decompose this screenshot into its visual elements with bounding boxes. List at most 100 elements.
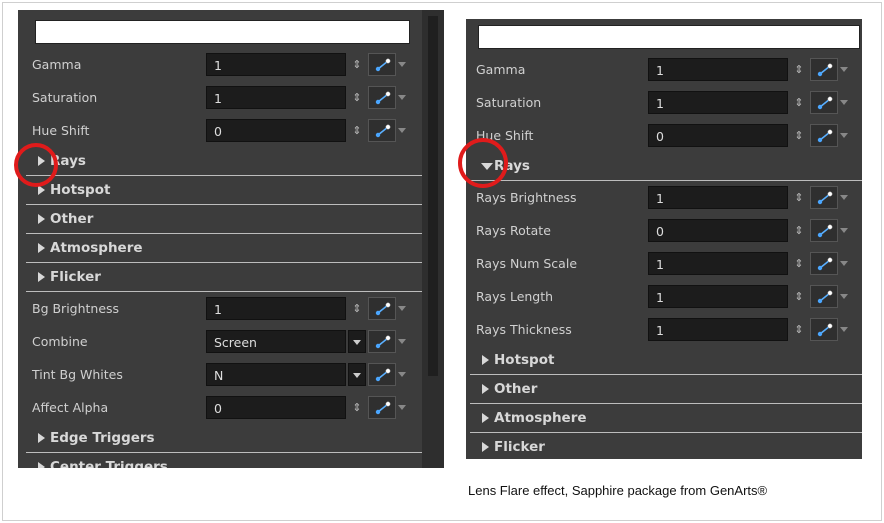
parameter-value-field[interactable]: 1 [206,86,346,109]
top-white-field[interactable] [35,20,410,44]
parameter-value-field[interactable]: 1 [206,53,346,76]
parameter-row: Rays Thickness 1 ⇕ [470,313,862,346]
dropdown-arrow-icon[interactable] [348,330,366,353]
collapsed-triangle-icon[interactable] [482,384,489,394]
chevron-down-icon[interactable] [840,195,848,200]
link-icon [817,290,833,304]
parameter-value-field[interactable]: 1 [648,186,788,209]
parameter-row: Bg Brightness 1 ⇕ [26,292,422,325]
link-keyframe-button[interactable] [810,219,838,242]
section-header-edge-triggers[interactable]: Edge Triggers [26,424,422,453]
chevron-down-icon[interactable] [840,100,848,105]
link-icon [375,335,391,349]
parameter-value-field[interactable]: 0 [648,219,788,242]
collapsed-triangle-icon[interactable] [38,433,45,443]
spin-arrows-icon[interactable]: ⇕ [350,297,364,320]
link-keyframe-button[interactable] [810,285,838,308]
section-header-rays[interactable]: Rays [26,147,422,176]
chevron-down-icon[interactable] [840,261,848,266]
chevron-down-icon[interactable] [840,67,848,72]
section-header-center-triggers[interactable]: Center Triggers [26,453,422,468]
section-header-flicker[interactable]: Flicker [470,433,862,459]
section-label: Atmosphere [494,410,587,426]
spin-arrows-icon[interactable]: ⇕ [350,53,364,76]
link-keyframe-button[interactable] [368,53,396,76]
collapsed-triangle-icon[interactable] [38,214,45,224]
parameter-value-field[interactable]: 1 [648,91,788,114]
parameter-value-field[interactable]: 1 [648,318,788,341]
chevron-down-icon[interactable] [398,306,406,311]
chevron-down-icon[interactable] [398,339,406,344]
spin-arrows-icon[interactable]: ⇕ [792,124,806,147]
section-label: Flicker [50,269,101,285]
spin-arrows-icon[interactable]: ⇕ [792,285,806,308]
link-keyframe-button[interactable] [810,186,838,209]
section-header-atmosphere[interactable]: Atmosphere [26,234,422,263]
link-keyframe-button[interactable] [810,58,838,81]
chevron-down-icon[interactable] [398,405,406,410]
chevron-down-icon[interactable] [840,327,848,332]
link-keyframe-button[interactable] [368,396,396,419]
section-header-rays[interactable]: Rays [470,152,862,181]
spin-arrows-icon[interactable]: ⇕ [792,318,806,341]
link-keyframe-button[interactable] [368,297,396,320]
parameter-dropdown[interactable]: N [206,363,346,386]
section-label: Edge Triggers [50,430,155,446]
spin-arrows-icon[interactable]: ⇕ [792,219,806,242]
chevron-down-icon[interactable] [398,128,406,133]
section-header-hotspot[interactable]: Hotspot [26,176,422,205]
link-keyframe-button[interactable] [810,91,838,114]
parameter-value-field[interactable]: 1 [648,252,788,275]
spin-arrows-icon[interactable]: ⇕ [350,396,364,419]
chevron-down-icon[interactable] [398,95,406,100]
scrollbar[interactable] [422,10,444,468]
link-keyframe-button[interactable] [368,86,396,109]
link-keyframe-button[interactable] [810,124,838,147]
parameter-label: Combine [32,334,88,349]
parameter-row: Saturation 1 ⇕ [26,81,422,114]
spin-arrows-icon[interactable]: ⇕ [792,58,806,81]
parameter-value-field[interactable]: 1 [206,297,346,320]
parameter-value-field[interactable]: 0 [648,124,788,147]
parameter-label: Gamma [32,57,82,72]
parameter-row: Rays Brightness 1 ⇕ [470,181,862,214]
collapsed-triangle-icon[interactable] [38,462,45,468]
spin-arrows-icon[interactable]: ⇕ [792,252,806,275]
dropdown-arrow-icon[interactable] [348,363,366,386]
scrollbar-thumb[interactable] [428,16,438,376]
parameter-value-field[interactable]: 1 [648,285,788,308]
link-icon [375,58,391,72]
spin-arrows-icon[interactable]: ⇕ [350,86,364,109]
spin-arrows-icon[interactable]: ⇕ [792,186,806,209]
parameter-value-field[interactable]: 0 [206,396,346,419]
parameter-row: Rays Rotate 0 ⇕ [470,214,862,247]
top-white-field[interactable] [478,25,860,49]
chevron-down-icon[interactable] [840,133,848,138]
chevron-down-icon[interactable] [840,228,848,233]
spin-arrows-icon[interactable]: ⇕ [792,91,806,114]
section-label: Center Triggers [50,459,168,468]
section-header-hotspot[interactable]: Hotspot [470,346,862,375]
spin-arrows-icon[interactable]: ⇕ [350,119,364,142]
collapsed-triangle-icon[interactable] [38,272,45,282]
section-header-flicker[interactable]: Flicker [26,263,422,292]
collapsed-triangle-icon[interactable] [482,413,489,423]
link-keyframe-button[interactable] [368,363,396,386]
section-header-other[interactable]: Other [26,205,422,234]
link-keyframe-button[interactable] [368,119,396,142]
parameter-dropdown[interactable]: Screen [206,330,346,353]
collapsed-triangle-icon[interactable] [482,355,489,365]
chevron-down-icon[interactable] [398,62,406,67]
link-keyframe-button[interactable] [810,318,838,341]
parameter-value-field[interactable]: 0 [206,119,346,142]
parameter-value-field[interactable]: 1 [648,58,788,81]
chevron-down-icon[interactable] [840,294,848,299]
chevron-down-icon[interactable] [398,372,406,377]
link-keyframe-button[interactable] [810,252,838,275]
collapsed-triangle-icon[interactable] [38,243,45,253]
section-header-atmosphere[interactable]: Atmosphere [470,404,862,433]
link-keyframe-button[interactable] [368,330,396,353]
parameter-label: Tint Bg Whites [32,367,123,382]
section-header-other[interactable]: Other [470,375,862,404]
collapsed-triangle-icon[interactable] [482,442,489,452]
